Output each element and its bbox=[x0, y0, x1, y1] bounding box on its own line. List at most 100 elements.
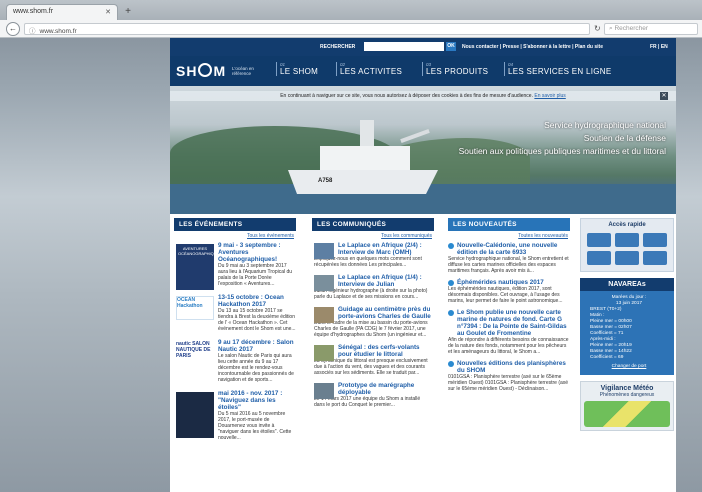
nav-item-activites[interactable]: 02 LES ACTIVITES bbox=[336, 62, 402, 76]
news-title[interactable]: Le Laplace en Afrique (2/4) : Interview … bbox=[338, 242, 434, 256]
all-communiques-link[interactable]: Tous les communiqués bbox=[312, 231, 434, 242]
nav-item-services[interactable]: 04 LES SERVICES EN LIGNE bbox=[504, 62, 612, 76]
search-icon: ⌕ bbox=[609, 25, 613, 32]
communiques-header: LES COMMUNIQUÉS bbox=[312, 218, 434, 231]
list-item[interactable]: Nouvelles éditions des planisphères du S… bbox=[448, 360, 570, 392]
event-title[interactable]: 9 au 17 décembre : Salon Nautic 2017 bbox=[218, 339, 296, 353]
thumb-label: OCEAN Hackathon bbox=[177, 297, 203, 309]
news-title[interactable]: Le Laplace en Afrique (1/4) : Interview … bbox=[338, 274, 434, 288]
right-sidebar: Accès rapide NAVAREAs Marées du jour : 1… bbox=[580, 218, 674, 492]
back-arrow-icon[interactable]: ← bbox=[6, 22, 20, 36]
hero-line: Service hydrographique national bbox=[544, 120, 666, 130]
all-nouveautes-link[interactable]: Toutes les nouveautés bbox=[448, 231, 570, 242]
shom-website: RECHERCHER OK Nous contacter | Presse | … bbox=[170, 38, 676, 492]
vigilance-map bbox=[584, 401, 670, 427]
cookie-more-link[interactable]: En savoir plus bbox=[534, 93, 565, 99]
documents-icon[interactable] bbox=[643, 233, 667, 247]
nouveaute-desc: Service hydrographique national, le Shom… bbox=[448, 256, 569, 274]
globe-icon[interactable] bbox=[587, 251, 611, 265]
nav-item-produits[interactable]: 03 LES PRODUITS bbox=[422, 62, 488, 76]
news-thumbnail bbox=[314, 345, 334, 361]
quick-access-title: Accès rapide bbox=[608, 222, 646, 228]
news-title[interactable]: Sénégal : des cerfs-volants pour étudier… bbox=[338, 344, 434, 358]
nouveaute-desc: Les éphémérides nautiques, édition 2017,… bbox=[448, 286, 563, 304]
tide-widget: Marées du jour : 13 juin 2017 BREST (T0+… bbox=[580, 291, 674, 375]
event-title[interactable]: 9 mai - 3 septembre : Aventures Océanogr… bbox=[218, 242, 296, 263]
event-desc: Le salon Nautic de Paris qui aura lieu c… bbox=[218, 353, 294, 383]
cookie-text: En continuant à naviguer sur ce site, vo… bbox=[280, 93, 533, 99]
close-icon[interactable]: ✕ bbox=[660, 92, 668, 100]
close-tab-icon[interactable]: ✕ bbox=[105, 8, 111, 16]
list-item[interactable]: Guidage au centimètre près du porte-avio… bbox=[312, 306, 434, 338]
list-item[interactable]: nautic SALON NAUTIQUE DE PARIS 9 au 17 d… bbox=[174, 339, 296, 383]
data-portal-icon[interactable] bbox=[643, 251, 667, 265]
nouveaute-title[interactable]: Nouvelles éditions des planisphères du S… bbox=[448, 360, 570, 374]
change-port-link[interactable]: Changer de port bbox=[590, 361, 668, 373]
info-icon[interactable]: ⓘ bbox=[29, 28, 36, 35]
nouveaute-title[interactable]: Éphémérides nautiques 2017 bbox=[448, 279, 570, 286]
nav-label: LE SHOM bbox=[280, 67, 319, 76]
list-item[interactable]: Le Laplace en Afrique (2/4) : Interview … bbox=[312, 242, 434, 268]
search-label: RECHERCHER bbox=[320, 44, 356, 50]
event-thumbnail bbox=[176, 392, 214, 438]
list-item[interactable]: Le Shom publie une nouvelle carte marine… bbox=[448, 309, 570, 355]
browser-tab-strip: www.shom.fr ✕ + bbox=[0, 0, 702, 20]
utility-links[interactable]: Nous contacter | Presse | S'abonner à la… bbox=[462, 44, 603, 50]
reload-icon[interactable]: ↻ bbox=[594, 24, 601, 33]
site-search-input[interactable] bbox=[364, 42, 444, 51]
vigilance-title: Vigilance Météo bbox=[600, 385, 654, 392]
ship-number: A758 bbox=[318, 178, 333, 184]
news-title[interactable]: Prototype de marégraphe déployable bbox=[338, 382, 434, 396]
tide-chart-icon[interactable] bbox=[587, 233, 611, 247]
event-desc: Du 9 mai au 3 septembre 2017 aura lieu à… bbox=[218, 263, 293, 287]
shom-logo[interactable]: SH M bbox=[176, 63, 226, 79]
events-header: LES ÉVÉNEMENTS bbox=[174, 218, 296, 231]
list-item[interactable]: Éphémérides nautiques 2017 Les éphémérid… bbox=[448, 279, 570, 304]
nouveaute-title[interactable]: Le Shom publie une nouvelle carte marine… bbox=[448, 309, 570, 337]
tagline: L'océan en référence bbox=[232, 66, 254, 76]
events-column: LES ÉVÉNEMENTS Tous les événements AVENT… bbox=[174, 218, 296, 492]
data-catalog-icon[interactable] bbox=[615, 233, 639, 247]
event-thumbnail: OCEAN Hackathon bbox=[176, 296, 214, 320]
list-item[interactable]: mai 2016 - nov. 2017 : "Naviguez dans le… bbox=[174, 390, 296, 441]
browser-search-field[interactable]: ⌕ Rechercher bbox=[604, 23, 698, 35]
nav-label: LES ACTIVITES bbox=[340, 67, 403, 76]
event-title[interactable]: 13-15 octobre : Ocean Hackathon 2017 bbox=[218, 294, 296, 308]
ship-mast bbox=[360, 120, 374, 148]
hero-line: Soutien de la défense bbox=[583, 133, 666, 143]
all-events-link[interactable]: Tous les événements bbox=[174, 231, 296, 242]
list-item[interactable]: Sénégal : des cerfs-volants pour étudier… bbox=[312, 344, 434, 376]
event-desc: Du 13 au 15 octobre 2017 se tiendra à Br… bbox=[218, 308, 296, 332]
new-tab-icon[interactable]: + bbox=[122, 6, 134, 18]
nav-item-le-shom[interactable]: 01 LE SHOM bbox=[276, 62, 318, 76]
list-item[interactable]: AVENTURES OCÉANOGRAPHIQUES 9 mai - 3 sep… bbox=[174, 242, 296, 290]
site-search-button[interactable]: OK bbox=[446, 42, 456, 51]
news-thumbnail bbox=[314, 307, 334, 323]
ship-hull: A758 bbox=[288, 170, 438, 194]
browser-tab[interactable]: www.shom.fr ✕ bbox=[6, 4, 118, 20]
address-toolbar: ← ⓘ www.shom.fr ↻ ⌕ Rechercher bbox=[0, 20, 702, 38]
ship-deck bbox=[320, 146, 410, 172]
thumb-label: AVENTURES OCÉANOGRAPHIQUES bbox=[178, 246, 223, 256]
hero-line: Soutien aux politiques publiques maritim… bbox=[458, 146, 666, 156]
quick-access-grid bbox=[581, 231, 673, 271]
list-item[interactable]: OCEAN Hackathon 13-15 octobre : Ocean Ha… bbox=[174, 294, 296, 332]
shopping-cart-icon[interactable] bbox=[615, 251, 639, 265]
tab-title: www.shom.fr bbox=[13, 8, 54, 15]
nav-label: LES SERVICES EN LIGNE bbox=[508, 67, 612, 76]
news-title[interactable]: Guidage au centimètre près du porte-avio… bbox=[338, 306, 434, 320]
list-item[interactable]: Nouvelle-Calédonie, une nouvelle édition… bbox=[448, 242, 570, 274]
event-title[interactable]: mai 2016 - nov. 2017 : "Naviguez dans le… bbox=[218, 390, 296, 411]
url-field[interactable]: ⓘ www.shom.fr bbox=[24, 23, 590, 35]
nouveaute-title[interactable]: Nouvelle-Calédonie, une nouvelle édition… bbox=[448, 242, 570, 256]
list-item[interactable]: Prototype de marégraphe déployable Le 14… bbox=[312, 382, 434, 408]
event-desc: Du 5 mai 2016 au 5 novembre 2017, le por… bbox=[218, 411, 292, 441]
quick-access-box: Accès rapide bbox=[580, 218, 674, 272]
main-nav: SH M L'océan en référence 01 LE SHOM 02 L… bbox=[170, 56, 676, 86]
event-thumbnail: AVENTURES OCÉANOGRAPHIQUES bbox=[176, 244, 222, 290]
navareas-header[interactable]: NAVAREAs bbox=[580, 278, 674, 291]
language-switch[interactable]: FR | EN bbox=[650, 44, 668, 50]
vigilance-box[interactable]: Vigilance Météo Phénomènes dangereux bbox=[580, 381, 674, 431]
list-item[interactable]: Le Laplace en Afrique (1/4) : Interview … bbox=[312, 274, 434, 300]
news-thumbnail bbox=[314, 383, 334, 399]
